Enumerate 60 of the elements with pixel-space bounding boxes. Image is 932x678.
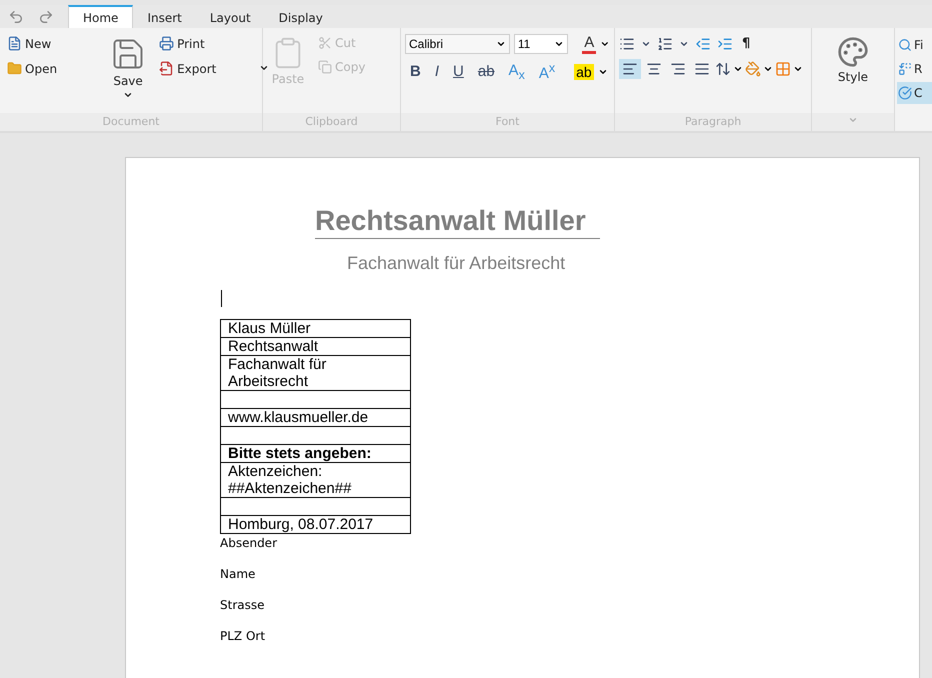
check-circle-icon: [898, 86, 912, 100]
text-align-icon: [694, 61, 710, 77]
palette-icon: [837, 36, 869, 68]
format-button[interactable]: I: [430, 62, 444, 81]
table-cell: Aktenzeichen: ##Aktenzeichen##: [221, 463, 410, 498]
indent-icon[interactable]: [717, 36, 733, 52]
table-cell: Homburg, 08.07.2017: [221, 516, 410, 534]
pilcrow-button[interactable]: ¶: [739, 34, 754, 53]
letterhead-subtitle: Fachanwalt für Arbeitsrecht: [347, 253, 566, 274]
line-spacing-icon[interactable]: [715, 61, 731, 77]
table-cell: Rechtsanwalt: [221, 338, 410, 356]
align-button[interactable]: [619, 59, 641, 79]
new-button[interactable]: New: [4, 34, 60, 53]
ribbon-tab[interactable]: Insert: [133, 5, 196, 28]
printer-icon: [159, 36, 174, 51]
style-button[interactable]: Style: [833, 34, 873, 113]
group-label: Document: [0, 113, 262, 131]
address-line: PLZ Ort: [220, 629, 266, 643]
search-icon: [898, 38, 912, 52]
font-name-dropdown[interactable]: Calibri: [405, 34, 510, 54]
redo-icon[interactable]: [38, 8, 54, 24]
format-button[interactable]: ab: [472, 62, 500, 81]
numbered-list-icon[interactable]: [657, 36, 673, 52]
table-cell: Bitte stets angeben:: [221, 445, 410, 463]
export-file-icon: [159, 61, 174, 76]
text-align-icon: [670, 61, 686, 77]
scissors-icon: [318, 36, 332, 50]
format-button[interactable]: U: [448, 62, 469, 81]
editing-button[interactable]: C: [897, 82, 932, 104]
outdent-icon[interactable]: [695, 36, 711, 52]
editing-button[interactable]: Fi: [897, 34, 932, 56]
group-label: Clipboard: [263, 113, 400, 131]
replace-icon: [898, 62, 912, 76]
address-line: Absender: [220, 536, 278, 550]
text-align-icon: [646, 61, 662, 77]
text-cursor: [221, 290, 222, 307]
highlight-button[interactable]: ab: [574, 64, 594, 80]
format-button[interactable]: B: [405, 62, 426, 81]
letterhead-title: Rechtsanwalt Müller: [315, 204, 600, 239]
font-color-button[interactable]: A: [582, 34, 596, 54]
group-label: Font: [401, 113, 614, 131]
ribbon-tab[interactable]: Display: [264, 5, 337, 28]
table-cell: Klaus Müller: [221, 320, 410, 338]
address-line: Strasse: [220, 598, 266, 612]
table-cell: www.klausmueller.de: [221, 409, 410, 427]
bullet-list-icon[interactable]: [619, 36, 635, 52]
undo-icon[interactable]: [8, 8, 24, 24]
group-label: Paragraph: [615, 113, 811, 131]
text-align-icon: [622, 61, 638, 77]
open-button[interactable]: Open: [4, 59, 60, 78]
folder-icon: [7, 61, 22, 76]
address-line: Name: [220, 567, 256, 581]
ribbon-tab[interactable]: Home: [68, 5, 134, 28]
document-icon: [7, 36, 22, 51]
save-button[interactable]: Save: [106, 34, 150, 113]
font-size-dropdown[interactable]: 11: [514, 34, 568, 54]
copy-icon: [318, 60, 332, 74]
editing-button[interactable]: R: [897, 58, 932, 80]
ribbon-tab[interactable]: Layout: [196, 5, 265, 28]
table-cell: Fachanwalt für Arbeitsrecht: [221, 356, 410, 391]
